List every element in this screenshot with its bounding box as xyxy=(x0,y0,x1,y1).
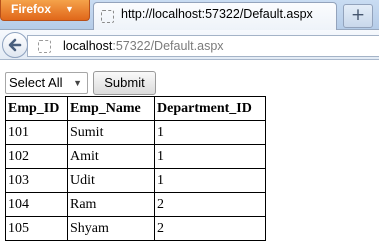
page-content: Select All ▼ Submit Emp_ID Emp_Name Depa… xyxy=(0,61,379,249)
table-cell: 1 xyxy=(154,120,266,145)
chevron-down-icon: ▼ xyxy=(73,78,82,88)
site-identity-icon[interactable] xyxy=(38,40,51,53)
new-tab-button[interactable]: + xyxy=(343,4,373,28)
table-cell: 1 xyxy=(154,168,266,193)
submit-button[interactable]: Submit xyxy=(93,71,156,95)
back-button[interactable] xyxy=(2,32,28,58)
address-bar[interactable]: localhost:57322/Default.aspx xyxy=(27,35,379,57)
table-cell: Ram xyxy=(67,192,155,217)
column-header: Department_ID xyxy=(154,96,266,121)
column-header: Emp_ID xyxy=(5,96,68,121)
submit-button-label: Submit xyxy=(104,75,145,90)
table-cell: 102 xyxy=(5,144,68,169)
table-row: 102 Amit 1 xyxy=(5,144,266,169)
table-cell: Udit xyxy=(67,168,155,193)
table-cell: 2 xyxy=(154,216,266,241)
table-cell: 105 xyxy=(5,216,68,241)
url-host: localhost xyxy=(63,39,113,53)
url-path: :57322/Default.aspx xyxy=(112,39,224,53)
browser-titlebar: Firefox ▼ http://localhost:57322/Default… xyxy=(0,0,379,30)
table-cell: Sumit xyxy=(67,120,155,145)
table-row: 105 Shyam 2 xyxy=(5,216,266,241)
employee-table: Emp_ID Emp_Name Department_ID 101 Sumit … xyxy=(5,96,266,241)
plus-icon: + xyxy=(350,5,366,25)
chevron-down-icon: ▼ xyxy=(65,4,74,14)
table-row: 104 Ram 2 xyxy=(5,192,266,217)
filter-select-value: Select All xyxy=(9,75,63,90)
firefox-menu-button[interactable]: Firefox ▼ xyxy=(0,0,90,21)
table-cell: Amit xyxy=(67,144,155,169)
tab-title: http://localhost:57322/Default.aspx xyxy=(121,7,313,21)
column-header: Emp_Name xyxy=(67,96,155,121)
browser-tab[interactable]: http://localhost:57322/Default.aspx xyxy=(93,2,337,30)
blank-page-icon xyxy=(101,10,114,23)
firefox-menu-label: Firefox xyxy=(11,2,52,16)
table-cell: 104 xyxy=(5,192,68,217)
table-header-row: Emp_ID Emp_Name Department_ID xyxy=(5,96,266,121)
back-arrow-icon xyxy=(8,38,22,52)
table-cell: 2 xyxy=(154,192,266,217)
filter-select[interactable]: Select All ▼ xyxy=(5,72,88,94)
url-text: localhost:57322/Default.aspx xyxy=(63,39,224,53)
table-cell: Shyam xyxy=(67,216,155,241)
table-cell: 103 xyxy=(5,168,68,193)
table-row: 103 Udit 1 xyxy=(5,168,266,193)
table-cell: 101 xyxy=(5,120,68,145)
table-row: 101 Sumit 1 xyxy=(5,120,266,145)
table-cell: 1 xyxy=(154,144,266,169)
navigation-bar: localhost:57322/Default.aspx xyxy=(0,30,379,60)
